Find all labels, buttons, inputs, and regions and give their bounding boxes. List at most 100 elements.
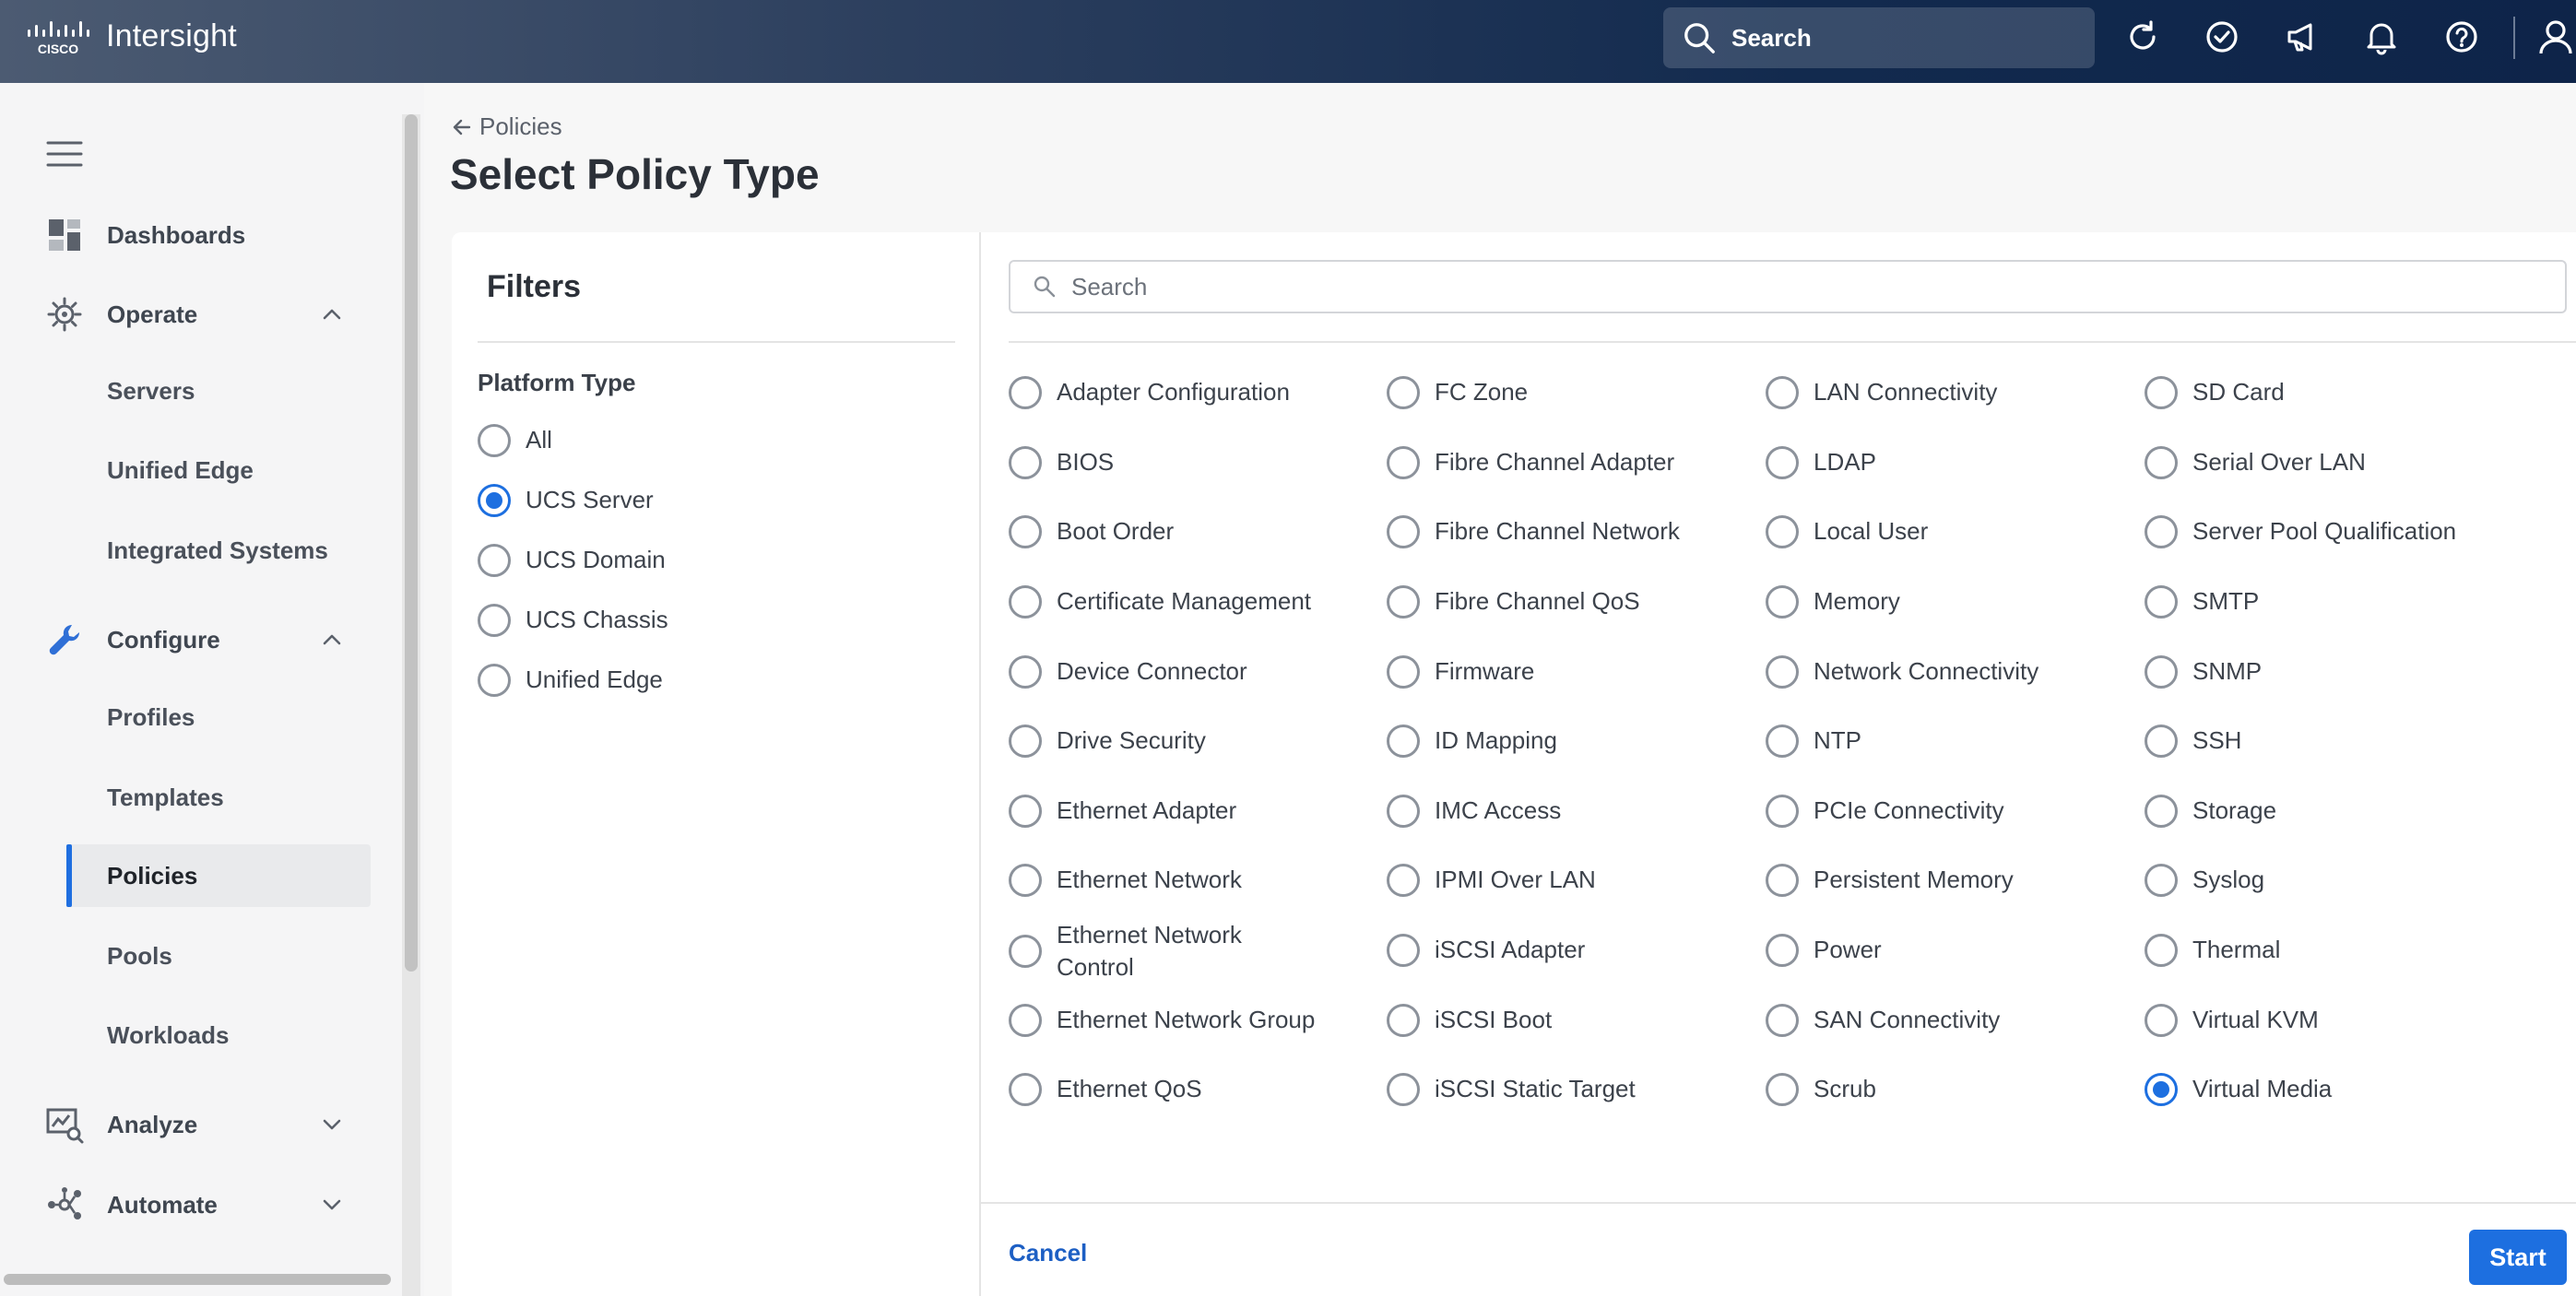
radio-button[interactable] [1766,446,1799,479]
policy-type-lan-connectivity[interactable]: LAN Connectivity [1766,376,2116,409]
platform-option-ucs-chassis[interactable]: UCS Chassis [478,600,668,641]
platform-option-ucs-domain[interactable]: UCS Domain [478,540,666,581]
policy-type-firmware[interactable]: Firmware [1387,655,1737,689]
policy-type-ethernet-network-group[interactable]: Ethernet Network Group [1009,1004,1359,1037]
radio-button[interactable] [478,484,511,517]
sidebar-item-policies[interactable]: Policies [66,844,371,907]
radio-button[interactable] [2145,585,2178,619]
policy-type-id-mapping[interactable]: ID Mapping [1387,725,1737,758]
back-to-policies-link[interactable]: Policies [452,112,562,141]
policy-type-drive-security[interactable]: Drive Security [1009,725,1359,758]
policy-type-persistent-memory[interactable]: Persistent Memory [1766,864,2116,897]
scrollbar-thumb[interactable] [4,1274,391,1285]
policy-type-storage[interactable]: Storage [2145,795,2495,828]
radio-button[interactable] [1387,934,1420,967]
radio-button[interactable] [2145,655,2178,689]
policy-type-syslog[interactable]: Syslog [2145,864,2495,897]
radio-button[interactable] [2145,934,2178,967]
radio-button[interactable] [1766,864,1799,897]
radio-button[interactable] [478,424,511,457]
radio-button[interactable] [1387,515,1420,548]
policy-type-sd-card[interactable]: SD Card [2145,376,2495,409]
policy-type-fibre-channel-network[interactable]: Fibre Channel Network [1387,515,1737,548]
radio-button[interactable] [1009,1004,1042,1037]
radio-button[interactable] [1009,585,1042,619]
scrollbar-thumb[interactable] [405,114,418,972]
sidebar-item-servers[interactable]: Servers [66,359,371,422]
start-button[interactable]: Start [2469,1230,2567,1285]
radio-button[interactable] [1387,585,1420,619]
policy-type-ntp[interactable]: NTP [1766,725,2116,758]
policy-type-adapter-configuration[interactable]: Adapter Configuration [1009,376,1359,409]
policy-type-ethernet-network-control[interactable]: Ethernet Network Control [1009,919,1313,984]
nav-analyze[interactable]: Analyze [0,1092,396,1157]
radio-button[interactable] [478,544,511,577]
policy-type-boot-order[interactable]: Boot Order [1009,515,1359,548]
radio-button[interactable] [1009,376,1042,409]
platform-option-all[interactable]: All [478,420,552,461]
radio-button[interactable] [1766,1004,1799,1037]
policy-type-scrub[interactable]: Scrub [1766,1073,2116,1106]
policy-type-iscsi-boot[interactable]: iSCSI Boot [1387,1004,1737,1037]
policy-type-ethernet-qos[interactable]: Ethernet QoS [1009,1073,1359,1106]
policy-type-fc-zone[interactable]: FC Zone [1387,376,1737,409]
policy-search-input[interactable]: Search [1009,260,2567,313]
policy-type-fibre-channel-adapter[interactable]: Fibre Channel Adapter [1387,446,1737,479]
policy-type-memory[interactable]: Memory [1766,585,2116,619]
radio-button[interactable] [1009,935,1042,969]
radio-button[interactable] [1766,515,1799,548]
radio-button[interactable] [1766,795,1799,828]
radio-button[interactable] [1387,376,1420,409]
policy-type-snmp[interactable]: SNMP [2145,655,2495,689]
radio-button[interactable] [1009,864,1042,897]
nav-automate[interactable]: Automate [0,1172,396,1237]
policy-type-imc-access[interactable]: IMC Access [1387,795,1737,828]
policy-type-iscsi-adapter[interactable]: iSCSI Adapter [1387,934,1737,967]
radio-button[interactable] [1387,1004,1420,1037]
radio-button[interactable] [1766,655,1799,689]
radio-button[interactable] [478,664,511,697]
nav-dashboards[interactable]: Dashboards [0,203,396,267]
radio-button[interactable] [2145,1004,2178,1037]
refresh-button[interactable] [2122,17,2163,57]
global-search[interactable]: Search [1663,7,2095,68]
radio-button[interactable] [1009,1073,1042,1106]
platform-option-unified-edge[interactable]: Unified Edge [478,660,663,701]
notifications-button[interactable] [2361,17,2402,57]
radio-button[interactable] [1009,725,1042,758]
policy-type-virtual-kvm[interactable]: Virtual KVM [2145,1004,2495,1037]
policy-type-ssh[interactable]: SSH [2145,725,2495,758]
radio-button[interactable] [2145,1073,2178,1106]
sidebar-item-profiles[interactable]: Profiles [66,686,371,748]
radio-button[interactable] [1387,725,1420,758]
policy-type-fibre-channel-qos[interactable]: Fibre Channel QoS [1387,585,1737,619]
radio-button[interactable] [1387,655,1420,689]
policy-type-san-connectivity[interactable]: SAN Connectivity [1766,1004,2116,1037]
tasks-button[interactable] [2202,17,2242,57]
policy-type-power[interactable]: Power [1766,934,2116,967]
sidebar-item-pools[interactable]: Pools [66,925,371,987]
sidebar-item-workloads[interactable]: Workloads [66,1004,371,1066]
policy-type-ldap[interactable]: LDAP [1766,446,2116,479]
announcements-button[interactable] [2282,17,2322,57]
sidebar-item-templates[interactable]: Templates [66,766,371,829]
radio-button[interactable] [1009,515,1042,548]
policy-type-iscsi-static-target[interactable]: iSCSI Static Target [1387,1073,1737,1106]
policy-type-ethernet-adapter[interactable]: Ethernet Adapter [1009,795,1359,828]
radio-button[interactable] [2145,446,2178,479]
sidebar-item-integrated-systems[interactable]: Integrated Systems [66,519,371,582]
radio-button[interactable] [2145,376,2178,409]
policy-type-ethernet-network[interactable]: Ethernet Network [1009,864,1359,897]
policy-type-serial-over-lan[interactable]: Serial Over LAN [2145,446,2495,479]
radio-button[interactable] [1387,864,1420,897]
nav-operate[interactable]: Operate [0,282,396,347]
hamburger-menu-icon[interactable] [46,138,83,170]
radio-button[interactable] [1387,795,1420,828]
cancel-button[interactable]: Cancel [1009,1239,1087,1267]
user-button[interactable] [2535,17,2576,57]
radio-button[interactable] [2145,515,2178,548]
policy-type-pcie-connectivity[interactable]: PCIe Connectivity [1766,795,2116,828]
radio-button[interactable] [1766,934,1799,967]
policy-type-bios[interactable]: BIOS [1009,446,1359,479]
policy-type-ipmi-over-lan[interactable]: IPMI Over LAN [1387,864,1737,897]
